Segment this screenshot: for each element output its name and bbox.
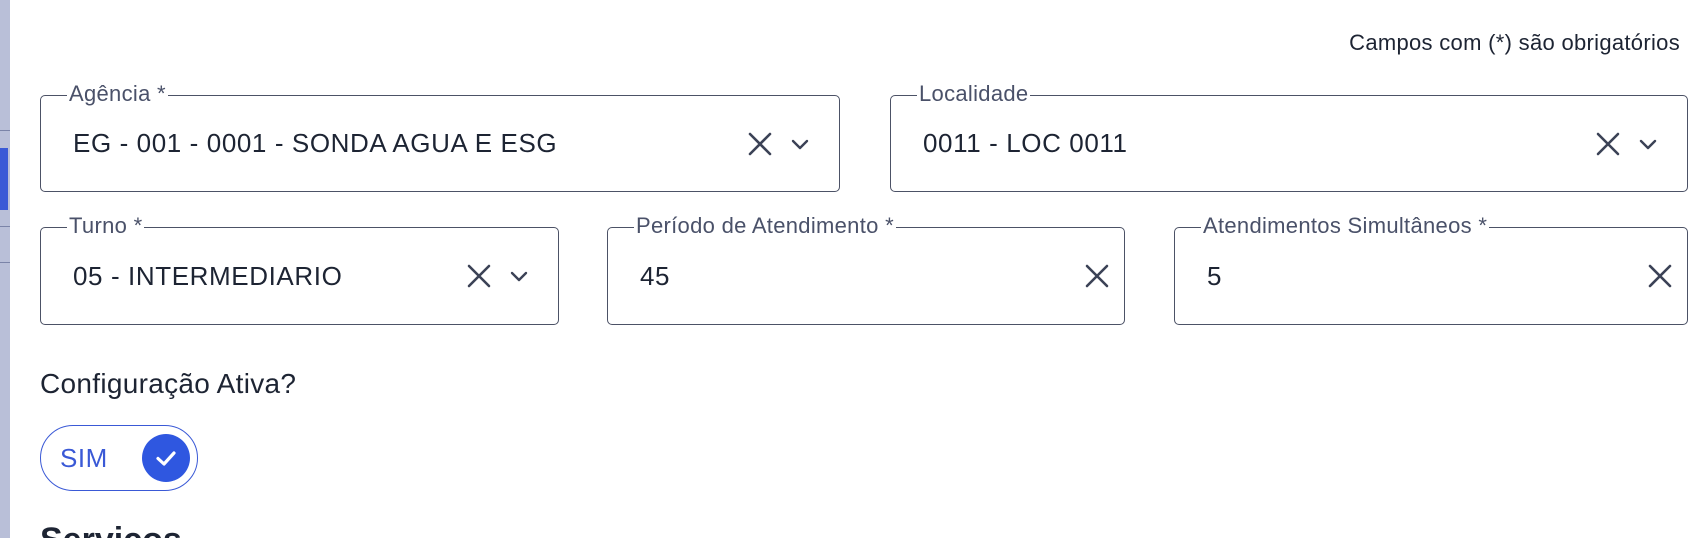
localidade-select[interactable]: Localidade 0011 - LOC 0011 xyxy=(890,82,1688,192)
atendimentos-simultaneos-value: 5 xyxy=(1207,260,1223,291)
chevron-down-icon[interactable] xyxy=(502,259,536,293)
configuracao-ativa-label: Configuração Ativa? xyxy=(40,368,297,399)
periodo-atendimento-value: 45 xyxy=(640,260,671,291)
form-page: Campos com (*) são obrigatórios Agência … xyxy=(0,0,1704,538)
agencia-select[interactable]: Agência * EG - 001 - 0001 - SONDA AGUA E… xyxy=(40,82,840,192)
agencia-value: EG - 001 - 0001 - SONDA AGUA E ESG xyxy=(73,128,558,158)
periodo-atendimento-input[interactable]: Período de Atendimento * 45 xyxy=(607,214,1125,325)
close-icon[interactable] xyxy=(743,127,777,161)
left-panel-edge xyxy=(0,0,10,538)
atendimentos-simultaneos-input[interactable]: Atendimentos Simultâneos * 5 xyxy=(1174,214,1688,325)
close-icon[interactable] xyxy=(1591,127,1625,161)
required-fields-note: Campos com (*) são obrigatórios xyxy=(1349,30,1680,55)
next-section-heading: Serviços xyxy=(40,521,182,538)
toggle-label: SIM xyxy=(60,442,108,473)
localidade-value: 0011 - LOC 0011 xyxy=(923,128,1128,158)
close-icon[interactable] xyxy=(1643,259,1677,293)
configuracao-ativa-toggle[interactable]: SIM xyxy=(40,425,198,491)
chevron-down-icon[interactable] xyxy=(783,127,817,161)
close-icon[interactable] xyxy=(462,259,496,293)
turno-select[interactable]: Turno * 05 - INTERMEDIARIO xyxy=(40,214,559,325)
check-icon xyxy=(142,434,190,482)
turno-value: 05 - INTERMEDIARIO xyxy=(73,260,343,291)
active-nav-indicator xyxy=(0,148,8,210)
chevron-down-icon[interactable] xyxy=(1631,127,1665,161)
close-icon[interactable] xyxy=(1080,259,1114,293)
